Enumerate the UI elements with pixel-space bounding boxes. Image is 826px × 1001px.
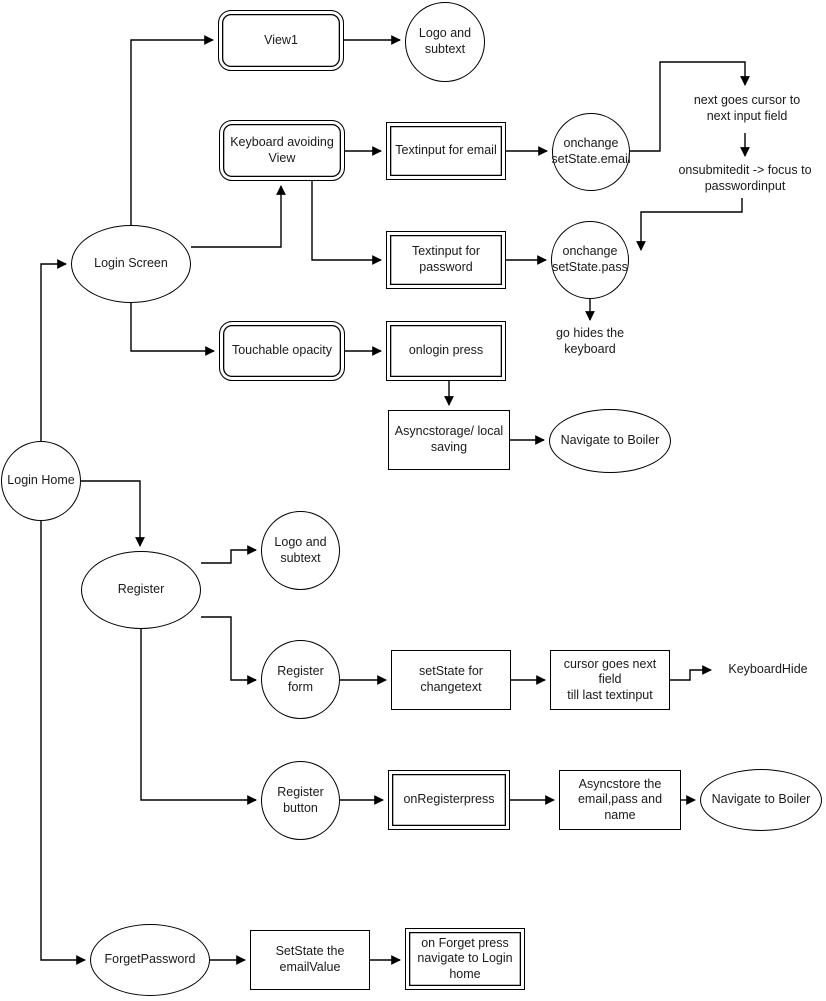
node-forget-password-label: ForgetPassword xyxy=(104,952,196,967)
node-setstate-the-emailvalue-label: SetState the emailValue xyxy=(275,944,345,974)
node-register-form[interactable]: Register form xyxy=(261,640,340,719)
edge-register-to-logo2 xyxy=(201,545,257,564)
node-keyboard-avoiding-view[interactable]: Keyboard avoiding View xyxy=(219,120,345,181)
node-asyncstore-email-pass-name-label: Asyncstore the email,pass and name xyxy=(577,776,663,822)
edge-keyboard-avoiding-to-textinput-password xyxy=(311,181,382,265)
node-login-home-label: Login Home xyxy=(7,473,75,488)
node-on-forget-press-navigate[interactable]: on Forget press navigate to Login home xyxy=(405,928,525,990)
note-keyboardhide-label: KeyboardHide xyxy=(728,662,808,677)
node-setstate-the-emailvalue[interactable]: SetState the emailValue xyxy=(250,930,370,990)
note-keyboardhide: KeyboardHide xyxy=(716,661,820,679)
node-navigate-to-boiler-register[interactable]: Navigate to Boiler xyxy=(700,769,822,831)
node-view1[interactable]: View1 xyxy=(218,10,344,71)
node-setstate-for-changetext-label: setState for changetext xyxy=(419,664,483,694)
node-navigate-to-boiler-login-label: Navigate to Boiler xyxy=(560,433,660,448)
edge-login-home-to-login-screen xyxy=(40,259,67,441)
node-register-form-label: Register form xyxy=(277,663,324,694)
note-next-goes-cursor-label: next goes cursor to next input field xyxy=(693,93,801,123)
note-go-hides-keyboard: go hides the keyboard xyxy=(534,325,646,359)
node-textinput-for-email-label: Textinput for email xyxy=(395,143,497,158)
node-textinput-for-password-label: Textinput for password xyxy=(411,244,481,274)
node-onchange-setstate-pass-label: onchange setState.pass xyxy=(552,244,628,274)
node-textinput-for-password[interactable]: Textinput for password xyxy=(386,231,506,289)
node-onregisterpress-label: onRegisterpress xyxy=(403,792,495,807)
node-onlogin-press[interactable]: onlogin press xyxy=(386,321,506,381)
node-onchange-setstate-pass[interactable]: onchange setState.pass xyxy=(551,221,629,299)
node-keyboard-avoiding-view-label: Keyboard avoiding View xyxy=(230,134,334,165)
node-setstate-for-changetext[interactable]: setState for changetext xyxy=(391,650,511,710)
edge-login-home-to-forget-password xyxy=(40,521,86,965)
node-cursor-goes-next-field-label: cursor goes next field till last textinp… xyxy=(563,656,657,702)
node-logo-and-subtext-register[interactable]: Logo and subtext xyxy=(261,511,340,590)
node-register-label: Register xyxy=(117,582,165,597)
node-register[interactable]: Register xyxy=(81,551,201,629)
note-go-hides-keyboard-label: go hides the keyboard xyxy=(555,326,625,356)
edge-login-screen-to-view1 xyxy=(130,35,214,225)
node-asyncstorage-local-saving-label: Asyncstorage/ local saving xyxy=(394,424,504,454)
node-logo-and-subtext-register-label: Logo and subtext xyxy=(274,534,327,565)
edge-onsubmitedit-to-onchange-pass xyxy=(636,198,743,251)
node-forget-password[interactable]: ForgetPassword xyxy=(90,924,210,996)
node-asyncstorage-local-saving[interactable]: Asyncstorage/ local saving xyxy=(388,410,510,470)
node-onlogin-press-label: onlogin press xyxy=(408,343,484,358)
node-register-button-label: Register button xyxy=(277,784,324,815)
edge-login-screen-to-keyboard-avoiding xyxy=(191,185,286,248)
node-login-screen[interactable]: Login Screen xyxy=(71,225,191,303)
note-next-goes-cursor: next goes cursor to next input field xyxy=(670,92,824,126)
node-logo-and-subtext-top[interactable]: Logo and subtext xyxy=(405,2,485,82)
node-onchange-setstate-email-label: onchange setState.email xyxy=(551,136,631,166)
node-textinput-for-email[interactable]: Textinput for email xyxy=(386,122,506,180)
note-onsubmitedit-focus: onsubmitedit -> focus to passwordinput xyxy=(664,162,826,196)
node-register-button[interactable]: Register button xyxy=(261,761,340,840)
node-login-screen-label: Login Screen xyxy=(94,256,168,271)
node-on-forget-press-navigate-label: on Forget press navigate to Login home xyxy=(417,935,513,981)
node-touchable-opacity-label: Touchable opacity xyxy=(231,343,333,358)
edge-register-to-register-form xyxy=(201,616,257,685)
node-cursor-goes-next-field[interactable]: cursor goes next field till last textinp… xyxy=(550,650,670,710)
note-onsubmitedit-focus-label: onsubmitedit -> focus to passwordinput xyxy=(678,163,812,193)
node-onregisterpress[interactable]: onRegisterpress xyxy=(388,770,510,830)
edge-login-screen-to-touchable-opacity xyxy=(130,303,215,356)
flowchart-canvas: View1 Logo and subtext Keyboard avoiding… xyxy=(0,0,826,1001)
edge-register-to-register-button xyxy=(140,629,257,805)
node-navigate-to-boiler-login[interactable]: Navigate to Boiler xyxy=(549,409,671,473)
node-navigate-to-boiler-register-label: Navigate to Boiler xyxy=(711,792,811,807)
node-onchange-setstate-email[interactable]: onchange setState.email xyxy=(551,113,631,191)
node-touchable-opacity[interactable]: Touchable opacity xyxy=(219,321,345,381)
edge-cursor-next-field-to-keyboard-hide xyxy=(670,665,712,681)
edge-login-home-to-register xyxy=(81,480,145,547)
node-login-home[interactable]: Login Home xyxy=(1,441,81,521)
node-view1-label: View1 xyxy=(264,32,298,47)
node-asyncstore-email-pass-name[interactable]: Asyncstore the email,pass and name xyxy=(559,770,681,830)
node-logo-and-subtext-top-label: Logo and subtext xyxy=(418,26,472,56)
